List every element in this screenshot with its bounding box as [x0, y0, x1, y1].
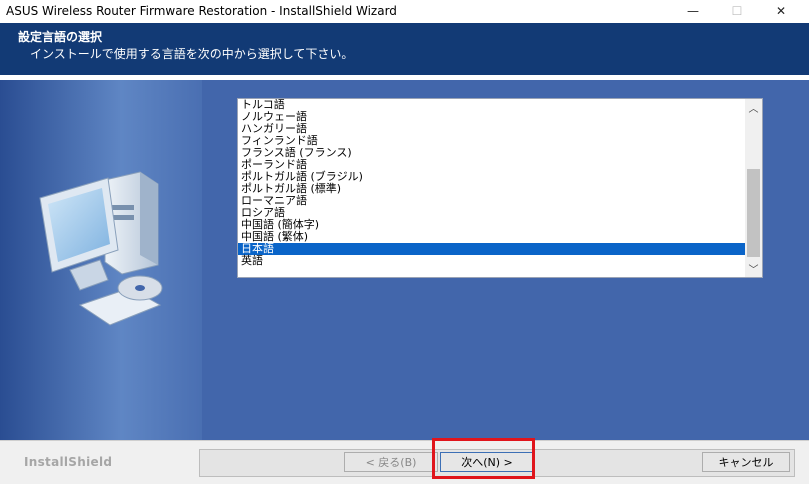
list-item[interactable]: 中国語 (繁体)	[238, 231, 745, 243]
page-subtitle: インストールで使用する言語を次の中から選択して下さい。	[30, 47, 354, 61]
back-button[interactable]: < 戻る(B)	[344, 452, 438, 472]
list-item[interactable]: ノルウェー語	[238, 111, 745, 123]
title-bar: ASUS Wireless Router Firmware Restoratio…	[0, 0, 809, 23]
minimize-icon: —	[687, 4, 699, 18]
page-title: 設定言語の選択	[18, 30, 103, 44]
language-list: トルコ語 ノルウェー語 ハンガリー語 フィンランド語 フランス語 (フランス) …	[238, 99, 745, 277]
list-item[interactable]: トルコ語	[238, 99, 745, 111]
side-graphic-panel	[0, 80, 202, 440]
next-button-highlight	[432, 438, 535, 479]
list-item-selected[interactable]: 日本語	[238, 243, 745, 255]
maximize-icon: ☐	[731, 4, 743, 18]
cancel-button[interactable]: キャンセル	[702, 452, 790, 472]
maximize-button[interactable]: ☐	[715, 0, 759, 22]
list-item[interactable]: 英語	[238, 255, 745, 267]
window-title: ASUS Wireless Router Firmware Restoratio…	[6, 4, 397, 18]
list-scrollbar[interactable]: ︿ ﹀	[745, 99, 762, 277]
minimize-button[interactable]: —	[671, 0, 715, 22]
list-item[interactable]: 中国語 (簡体字)	[238, 219, 745, 231]
language-listbox[interactable]: トルコ語 ノルウェー語 ハンガリー語 フィンランド語 フランス語 (フランス) …	[237, 98, 763, 278]
list-item[interactable]: ポルトガル語 (標準)	[238, 183, 745, 195]
list-item[interactable]: ローマニア語	[238, 195, 745, 207]
wizard-footer: InstallShield < 戻る(B) 次へ(N) > キャンセル	[0, 440, 809, 484]
computer-with-cd-icon	[39, 171, 163, 326]
close-button[interactable]: ✕	[759, 0, 803, 22]
list-item[interactable]: フランス語 (フランス)	[238, 147, 745, 159]
wizard-header: 設定言語の選択 インストールで使用する言語を次の中から選択して下さい。	[0, 23, 809, 76]
chevron-down-icon[interactable]: ﹀	[745, 260, 762, 277]
close-icon: ✕	[775, 4, 787, 18]
main-panel: トルコ語 ノルウェー語 ハンガリー語 フィンランド語 フランス語 (フランス) …	[0, 80, 809, 440]
installshield-logo: InstallShield	[24, 455, 113, 469]
chevron-up-icon[interactable]: ︿	[745, 99, 762, 116]
scrollbar-thumb[interactable]	[747, 169, 760, 257]
